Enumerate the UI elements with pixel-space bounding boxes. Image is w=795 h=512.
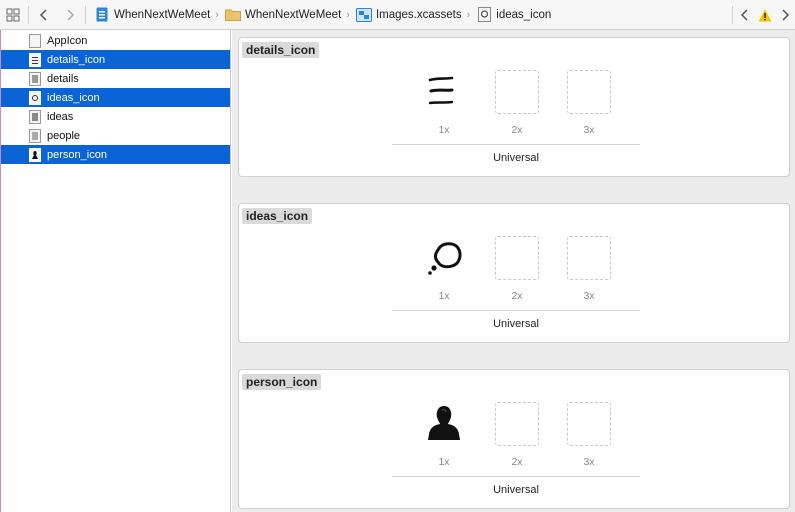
sidebar-item-label: person_icon xyxy=(47,148,107,161)
sidebar-item-person-icon[interactable]: person_icon xyxy=(1,145,230,164)
sidebar-item-details[interactable]: details xyxy=(1,69,230,88)
slot-3x[interactable] xyxy=(567,70,611,114)
forward-button[interactable] xyxy=(57,0,83,30)
asset-catalog-icon xyxy=(355,7,372,23)
previous-issue-button[interactable] xyxy=(735,0,755,30)
image-set-thumbnail-icon xyxy=(29,90,41,105)
separator xyxy=(28,5,29,24)
slot-label-1x: 1x xyxy=(438,124,450,136)
slot-label-1x: 1x xyxy=(438,290,450,302)
chevron-left-icon xyxy=(740,9,748,21)
image-thumbnail-icon xyxy=(29,109,41,124)
slot-2x[interactable] xyxy=(495,402,539,446)
image-set-thumbnail-icon xyxy=(29,147,41,162)
slot-1x[interactable] xyxy=(422,402,466,446)
image-thumbnail-icon xyxy=(29,128,41,143)
sidebar-item-ideas[interactable]: ideas xyxy=(1,107,230,126)
person-silhouette-icon xyxy=(428,406,460,440)
sidebar-item-label: ideas_icon xyxy=(47,91,100,104)
slot-label-3x: 3x xyxy=(583,290,595,302)
slot-label-3x: 3x xyxy=(583,124,595,136)
sidebar-item-label: details xyxy=(47,72,79,85)
device-universal-label: Universal xyxy=(493,484,539,496)
device-universal-label: Universal xyxy=(493,152,539,164)
divider xyxy=(392,144,640,145)
sidebar-item-people[interactable]: people xyxy=(1,126,230,145)
slot-3x[interactable] xyxy=(567,402,611,446)
set-title[interactable]: ideas_icon xyxy=(242,208,313,224)
breadcrumb-label: ideas_icon xyxy=(496,8,552,21)
next-issue-button[interactable] xyxy=(775,0,795,30)
related-items-button[interactable] xyxy=(0,0,26,30)
image-set-details-icon: details_icon 1x 2x 3x Universal xyxy=(238,37,790,177)
warning-icon xyxy=(758,9,772,21)
slot-label-1x: 1x xyxy=(438,456,450,468)
warning-button[interactable] xyxy=(755,0,775,30)
image-thumbnail-icon xyxy=(29,71,41,86)
divider xyxy=(392,476,640,477)
image-set-thumbnail-icon xyxy=(29,52,41,67)
image-set-ideas-icon: ideas_icon 1x 2x 3x Universal xyxy=(238,203,790,343)
slot-label-3x: 3x xyxy=(583,456,595,468)
sidebar-item-label: details_icon xyxy=(47,53,106,66)
slot-2x[interactable] xyxy=(495,236,539,280)
breadcrumb-label: WhenNextWeMeet xyxy=(244,8,342,21)
image-set-editor: details_icon 1x 2x 3x Universal ideas_ic… xyxy=(232,30,795,512)
sidebar-item-details-icon[interactable]: details_icon xyxy=(1,50,230,69)
grid-icon xyxy=(6,8,20,21)
set-title[interactable]: details_icon xyxy=(242,42,320,58)
separator xyxy=(732,6,733,24)
breadcrumb-label: Images.xcassets xyxy=(375,8,462,21)
sidebar-item-label: ideas xyxy=(47,110,74,123)
slot-2x[interactable] xyxy=(495,70,539,114)
sidebar-item-appicon[interactable]: AppIcon xyxy=(1,31,230,50)
jump-bar: WhenNextWeMeet › WhenNextWeMeet › Images… xyxy=(0,0,795,30)
jump-bar-right xyxy=(730,0,795,30)
asset-list-sidebar: AppIcon details_icon details ideas_icon … xyxy=(0,30,231,512)
app-icon-thumbnail-icon xyxy=(29,33,41,48)
image-set-person-icon: person_icon 1x 2x 3x Universal xyxy=(238,369,790,509)
breadcrumb-label: WhenNextWeMeet xyxy=(114,8,211,21)
slot-3x[interactable] xyxy=(567,236,611,280)
slot-label-2x: 2x xyxy=(511,456,523,468)
device-universal-label: Universal xyxy=(493,318,539,330)
breadcrumb-image-set[interactable]: ideas_icon xyxy=(470,0,551,30)
thought-bubble-icon xyxy=(428,242,462,275)
divider xyxy=(392,310,640,311)
slot-label-2x: 2x xyxy=(511,124,523,136)
sidebar-item-ideas-icon[interactable]: ideas_icon xyxy=(1,88,230,107)
separator xyxy=(85,5,86,24)
breadcrumb-asset-catalog[interactable]: Images.xcassets › xyxy=(350,0,470,30)
chevron-right-icon xyxy=(67,8,75,21)
slot-1x[interactable] xyxy=(422,70,466,114)
sidebar-item-label: AppIcon xyxy=(47,34,88,47)
folder-icon xyxy=(224,7,241,23)
breadcrumb-folder[interactable]: WhenNextWeMeet › xyxy=(219,0,350,30)
sidebar-item-label: people xyxy=(47,129,81,142)
details-lines-icon xyxy=(428,76,454,105)
chevron-left-icon xyxy=(39,8,47,21)
slot-label-2x: 2x xyxy=(511,290,523,302)
project-file-icon xyxy=(94,7,110,23)
slot-1x[interactable] xyxy=(422,236,466,280)
back-button[interactable] xyxy=(31,0,57,30)
breadcrumb-project[interactable]: WhenNextWeMeet › xyxy=(88,0,219,30)
set-title[interactable]: person_icon xyxy=(242,374,322,390)
image-set-icon xyxy=(476,7,492,23)
chevron-right-icon xyxy=(782,9,790,21)
